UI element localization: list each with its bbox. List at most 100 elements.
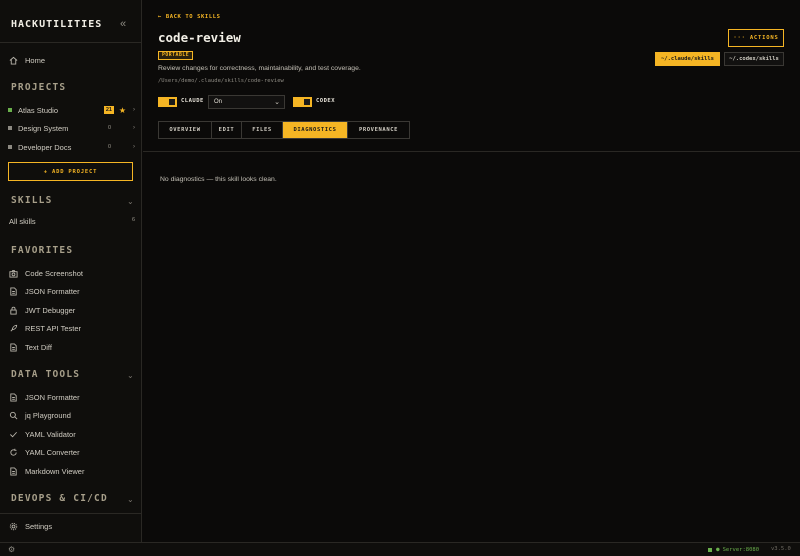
data-tool-label: YAML Converter — [25, 447, 80, 457]
diagnostics-empty-message: No diagnostics — this skill looks clean. — [160, 176, 277, 183]
favorite-item[interactable]: JWT Debugger — [9, 303, 135, 317]
nav-settings[interactable]: Settings — [9, 519, 135, 533]
favorite-label: JSON Formatter — [25, 286, 80, 296]
collapse-sidebar-icon[interactable]: « — [120, 18, 126, 30]
nav-home[interactable]: Home — [9, 53, 135, 67]
check-icon — [9, 430, 18, 439]
app-brand: HACKUTILITIES — [11, 19, 103, 30]
project-name: Developer Docs — [18, 142, 72, 152]
status-dot — [8, 145, 12, 149]
codex-skills-path-button[interactable]: ~/.codex/skills — [724, 52, 784, 66]
section-data-tools[interactable]: DATA TOOLS — [11, 369, 80, 380]
file-icon — [9, 342, 18, 352]
section-devops[interactable]: DEVOPS & CI/CD — [11, 493, 108, 504]
data-tool-item[interactable]: jq Playground — [9, 408, 135, 422]
camera-icon — [9, 269, 18, 278]
section-projects[interactable]: PROJECTS — [11, 82, 66, 93]
all-skills-label: All skills — [9, 217, 36, 226]
favorite-label: JWT Debugger — [25, 305, 76, 315]
data-tool-label: jq Playground — [25, 410, 71, 420]
main-panel: ← BACK TO SKILLS code-review PORTABLE Re… — [143, 0, 800, 542]
claude-label: CLAUDE — [181, 98, 204, 104]
status-dot — [8, 108, 12, 112]
favorite-item[interactable]: JSON Formatter — [9, 284, 135, 298]
section-favorites[interactable]: FAVORITES — [11, 245, 73, 256]
all-skills-count: 6 — [131, 217, 135, 223]
sidebar: HACKUTILITIES « Home PROJECTS Atlas Stud… — [0, 0, 142, 542]
file-icon — [9, 286, 18, 296]
chevron-right-icon[interactable]: › — [133, 107, 135, 113]
refresh-icon — [9, 448, 18, 457]
tab-overview[interactable]: OVERVIEW — [159, 122, 212, 138]
project-item[interactable]: Atlas Studio 21 ★ › — [8, 103, 136, 117]
section-skills[interactable]: SKILLS — [11, 195, 53, 206]
add-project-button[interactable]: + ADD PROJECT — [8, 162, 133, 181]
chevron-down-icon[interactable]: ⌄ — [127, 495, 134, 504]
favorite-label: REST API Tester — [25, 323, 81, 333]
data-tool-label: JSON Formatter — [25, 392, 80, 402]
project-count: 0 — [107, 125, 111, 131]
rocket-icon — [9, 324, 18, 333]
back-to-skills-link[interactable]: ← BACK TO SKILLS — [158, 14, 221, 20]
data-tool-item[interactable]: JSON Formatter — [9, 390, 135, 404]
project-count-badge: 21 — [103, 106, 114, 114]
chevron-right-icon[interactable]: › — [133, 144, 135, 150]
gear-icon — [9, 522, 18, 531]
server-status: ● Server:8080 — [708, 546, 759, 553]
chevron-down-icon[interactable]: ⌄ — [127, 197, 134, 206]
data-tool-item[interactable]: YAML Converter — [9, 445, 135, 459]
favorite-label: Code Screenshot — [25, 268, 83, 278]
status-dot — [8, 126, 12, 130]
claude-skills-path-button[interactable]: ~/.claude/skills — [655, 52, 720, 66]
project-item[interactable]: Design System 0 › — [8, 121, 136, 135]
portable-badge: PORTABLE — [158, 51, 194, 60]
toggle-knob — [169, 99, 175, 105]
favorite-item[interactable]: REST API Tester — [9, 321, 135, 335]
chevron-right-icon[interactable]: › — [133, 125, 135, 131]
server-label: Server:8080 — [722, 546, 760, 553]
skill-path: /Users/demo/.claude/skills/code-review — [158, 78, 284, 84]
actions-button[interactable]: ··· ACTIONS — [728, 29, 784, 47]
favorite-label: Text Diff — [25, 342, 52, 352]
app-version: v3.5.0 — [771, 546, 791, 552]
gear-icon[interactable]: ⚙ — [8, 545, 15, 554]
chevron-down-icon[interactable]: ⌄ — [127, 371, 134, 380]
claude-mode-value: On — [214, 99, 223, 105]
star-icon[interactable]: ★ — [119, 106, 126, 115]
favorite-item[interactable]: Code Screenshot — [9, 266, 135, 280]
skill-tabs: OVERVIEW EDIT FILES DIAGNOSTICS PROVENAN… — [158, 121, 410, 139]
data-tool-label: YAML Validator — [25, 429, 76, 439]
search-icon — [9, 411, 18, 420]
favorite-item[interactable]: Text Diff — [9, 340, 135, 354]
project-item[interactable]: Developer Docs 0 › — [8, 140, 136, 154]
skill-description: Review changes for correctness, maintain… — [158, 65, 361, 72]
project-count: 0 — [107, 144, 111, 150]
nav-settings-label: Settings — [25, 521, 53, 531]
status-dot — [708, 547, 712, 552]
claude-mode-select[interactable]: On ⌄ — [208, 95, 285, 109]
lock-icon — [9, 306, 18, 315]
home-icon — [9, 56, 18, 65]
file-icon — [9, 466, 18, 476]
tab-provenance[interactable]: PROVENANCE — [348, 122, 409, 138]
file-icon — [9, 392, 18, 402]
data-tool-label: Markdown Viewer — [25, 466, 85, 476]
all-skills-item[interactable]: All skills 6 — [9, 217, 135, 226]
claude-toggle[interactable] — [158, 97, 177, 107]
page-title: code-review — [158, 30, 241, 45]
project-name: Atlas Studio — [18, 105, 59, 115]
tab-edit[interactable]: EDIT — [212, 122, 242, 138]
divider — [143, 151, 800, 152]
divider — [0, 42, 142, 43]
status-bar: ⚙ ● Server:8080 v3.5.0 — [0, 542, 800, 556]
data-tool-item[interactable]: Markdown Viewer — [9, 464, 135, 478]
codex-toggle[interactable] — [293, 97, 312, 107]
tab-files[interactable]: FILES — [242, 122, 283, 138]
tab-diagnostics[interactable]: DIAGNOSTICS — [283, 122, 348, 138]
nav-home-label: Home — [25, 55, 46, 65]
globe-icon: ● — [716, 546, 720, 553]
chevron-down-icon: ⌄ — [274, 99, 280, 106]
project-name: Design System — [18, 123, 69, 133]
codex-label: CODEX — [316, 98, 336, 104]
data-tool-item[interactable]: YAML Validator — [9, 427, 135, 441]
